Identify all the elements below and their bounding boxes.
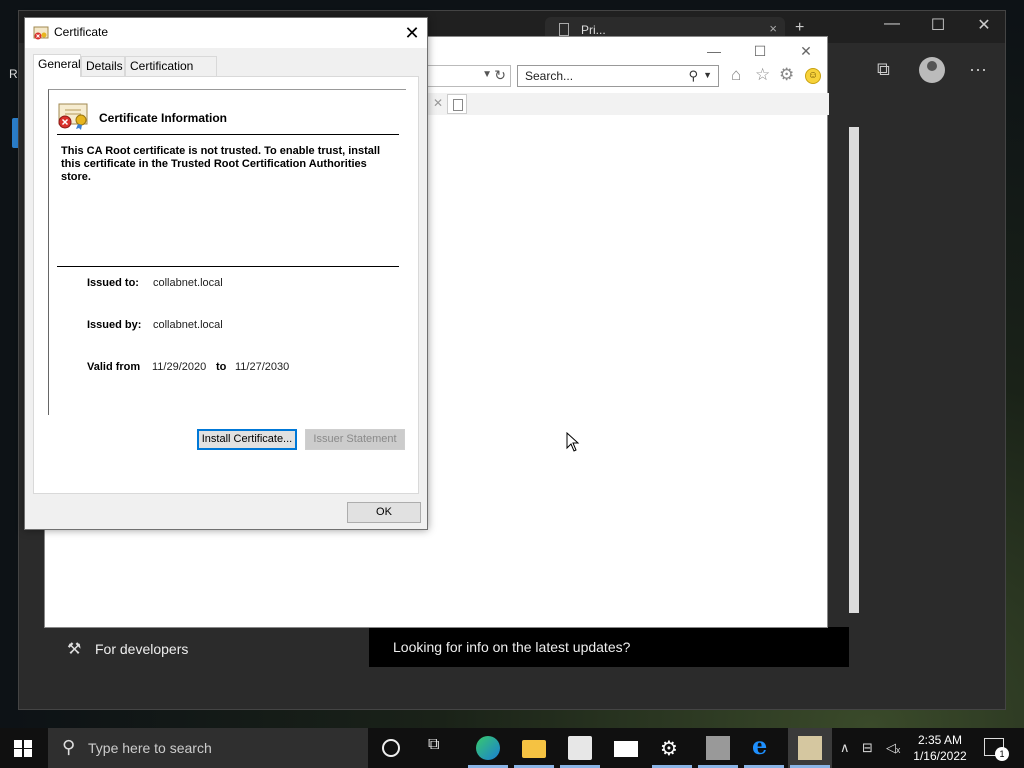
partial-label: R	[9, 67, 18, 81]
install-certificate-button[interactable]: Install Certificate...	[197, 429, 297, 450]
feedback-smiley-icon[interactable]: ☺	[805, 68, 821, 84]
start-button[interactable]	[14, 740, 32, 757]
general-tab-page: Certificate Information This CA Root cer…	[33, 76, 419, 494]
tools-icon: ⚒	[67, 641, 82, 658]
taskbar: ⚲ Type here to search ⧉ ⚙ e ∧ ⊟ ◁ₓ 2:35 …	[0, 728, 1024, 768]
close-window-button[interactable]: ✕	[783, 43, 829, 60]
home-icon[interactable]: ⌂	[731, 65, 741, 85]
close-window-button[interactable]: ✕	[961, 15, 1007, 35]
close-icon[interactable]: ×	[769, 21, 777, 36]
page-icon	[559, 23, 569, 36]
search-icon: ⚲	[62, 737, 76, 757]
issued-to-value: collabnet.local	[153, 277, 223, 289]
favorites-icon[interactable]: ☆	[755, 65, 770, 85]
search-placeholder: Search...	[525, 69, 574, 83]
valid-to-value: 11/27/2030	[235, 361, 290, 373]
mouse-cursor-icon	[566, 432, 580, 452]
certificate-info-panel: Certificate Information This CA Root cer…	[48, 89, 406, 415]
chevron-down-icon[interactable]: ▼	[703, 70, 712, 80]
valid-from-label: Valid from	[87, 361, 141, 373]
notification-center-icon[interactable]: 1	[984, 738, 1009, 761]
show-hidden-icons-icon[interactable]: ∧	[840, 740, 850, 756]
network-app-icon[interactable]	[706, 736, 730, 760]
dialog-titlebar: Certificate ✕	[25, 18, 427, 48]
certificate-dialog: Certificate ✕ General Details Certificat…	[24, 17, 428, 530]
developers-panel[interactable]: ⚒ For developers	[47, 631, 369, 667]
trust-warning-text: This CA Root certificate is not trusted.…	[61, 145, 381, 183]
untrusted-certificate-icon	[58, 103, 88, 130]
profile-avatar[interactable]	[919, 57, 945, 83]
close-button[interactable]: ✕	[397, 18, 427, 48]
gear-icon[interactable]: ⚙	[779, 65, 794, 85]
ok-button[interactable]: OK	[347, 502, 421, 523]
dialog-title: Certificate	[54, 25, 109, 39]
developers-link[interactable]: For developers	[95, 641, 188, 657]
scrollbar[interactable]	[849, 127, 859, 613]
chevron-down-icon[interactable]: ▼	[482, 69, 492, 80]
certificate-icon	[33, 26, 49, 40]
clock[interactable]: 2:35 AM 1/16/2022	[912, 732, 968, 764]
updates-text[interactable]: Looking for info on the latest updates?	[393, 639, 630, 655]
tab-certification-path[interactable]: Certification Path	[125, 56, 217, 91]
settings-icon[interactable]: ⚙	[660, 736, 684, 760]
updates-banner: Looking for info on the latest updates?	[369, 627, 849, 667]
minimize-button[interactable]: —	[691, 43, 737, 59]
more-options-icon[interactable]: ···	[969, 59, 987, 80]
tab-general[interactable]: General	[33, 54, 81, 77]
new-tab-button[interactable]	[447, 94, 467, 114]
edge-icon[interactable]	[476, 736, 500, 760]
issuer-statement-button: Issuer Statement	[305, 429, 405, 450]
issued-by-value: collabnet.local	[153, 319, 223, 331]
valid-to-label: to	[216, 361, 227, 373]
taskbar-search-box[interactable]: ⚲ Type here to search	[48, 728, 368, 768]
certificate-app-icon[interactable]	[798, 736, 822, 760]
mail-icon[interactable]	[614, 741, 638, 757]
network-icon[interactable]: ⊟	[862, 740, 873, 756]
store-icon[interactable]	[568, 736, 592, 760]
divider	[57, 266, 399, 267]
date: 1/16/2022	[913, 749, 967, 763]
edge-tab-title: Pri...	[581, 23, 606, 37]
minimize-button[interactable]: —	[869, 15, 915, 33]
task-view-icon[interactable]: ⧉	[428, 736, 452, 760]
search-icon[interactable]: ⚲	[688, 68, 698, 84]
address-bar[interactable]: ▼ ↻	[425, 65, 511, 87]
cortana-icon[interactable]	[382, 739, 400, 757]
ie-tab-bar: ✕	[425, 93, 829, 115]
taskbar-search-placeholder: Type here to search	[88, 740, 212, 756]
collections-icon[interactable]: ⧉	[877, 59, 890, 80]
issued-to-label: Issued to:	[87, 277, 139, 289]
tab-details[interactable]: Details	[81, 56, 125, 76]
close-icon[interactable]: ✕	[433, 96, 443, 110]
volume-muted-icon[interactable]: ◁ₓ	[886, 740, 900, 756]
internet-explorer-icon[interactable]: e	[752, 731, 776, 760]
divider	[57, 134, 399, 135]
refresh-icon[interactable]: ↻	[494, 67, 506, 84]
file-explorer-icon[interactable]	[522, 740, 546, 758]
info-heading: Certificate Information	[99, 111, 228, 125]
new-tab-button[interactable]: +	[795, 19, 804, 37]
time: 2:35 AM	[917, 733, 963, 747]
maximize-button[interactable]: ☐	[915, 15, 961, 35]
notification-count-badge: 1	[995, 747, 1009, 761]
search-input[interactable]: Search... ⚲ ▼	[517, 65, 719, 87]
issued-by-label: Issued by:	[87, 319, 142, 331]
valid-from-value: 11/29/2020	[152, 361, 207, 373]
maximize-button[interactable]: ☐	[737, 43, 783, 60]
